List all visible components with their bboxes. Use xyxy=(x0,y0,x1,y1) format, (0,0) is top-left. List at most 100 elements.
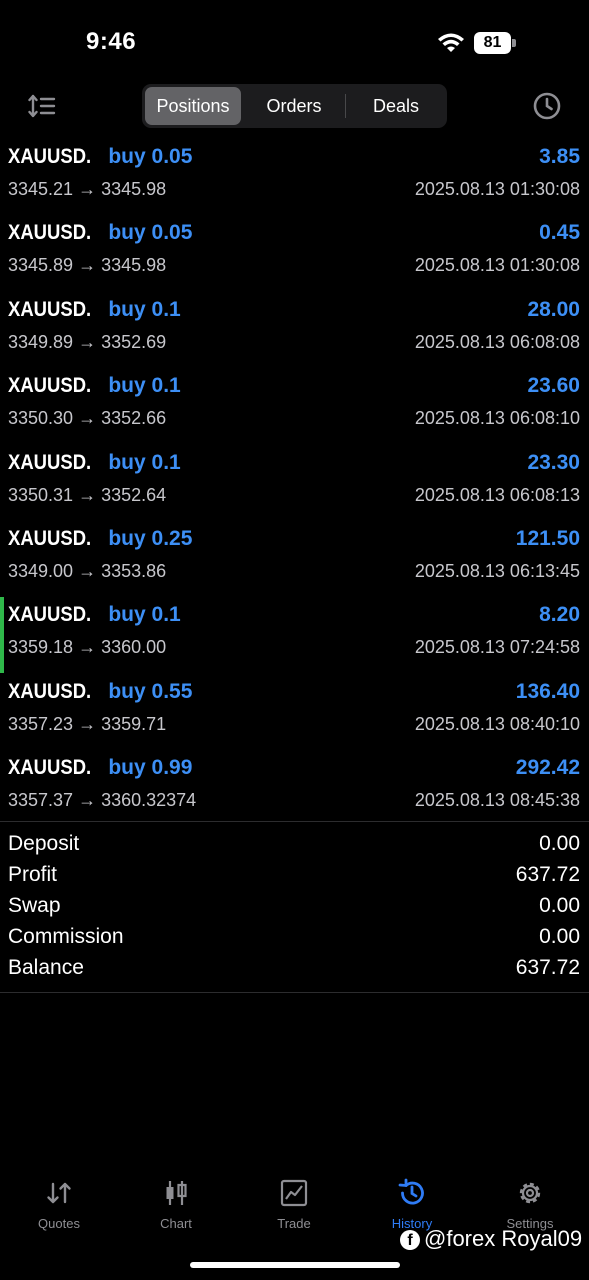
quotes-icon xyxy=(47,1182,71,1204)
deal-time: 2025.08.13 01:30:08 xyxy=(414,255,580,276)
summary-value: 0.00 xyxy=(539,925,580,948)
summary-row-commission: Commission 0.00 xyxy=(0,922,589,953)
deal-symbol: XAUUSD. xyxy=(8,450,92,474)
deal-row[interactable]: XAUUSD. buy 0.25 121.50 3349.00 → 3353.86 2… xyxy=(0,521,589,597)
deal-profit: 136.40 xyxy=(515,679,580,703)
settings-icon xyxy=(519,1182,541,1204)
summary-row-swap: Swap 0.00 xyxy=(0,891,589,922)
deal-row[interactable]: XAUUSD. buy 0.1 23.30 3350.31 → 3352.64 202… xyxy=(0,445,589,521)
summary-panel: Deposit 0.00 Profit 637.72 Swap 0.00 Commissio… xyxy=(0,821,589,993)
deal-row[interactable]: XAUUSD. buy 0.05 0.45 3345.89 → 3345.98 202… xyxy=(0,215,589,291)
deal-title: XAUUSD. buy 0.1 xyxy=(8,603,181,627)
deal-type-volume: buy 0.1 xyxy=(108,297,181,321)
deal-time: 2025.08.13 01:30:08 xyxy=(414,179,580,199)
status-bar: 9:46 81 xyxy=(0,0,589,80)
status-time: 9:46 xyxy=(86,28,137,55)
deal-prices: 3345.89 → 3345.98 xyxy=(8,255,167,276)
deal-prices: 3350.30 → 3352.66 xyxy=(8,408,167,429)
battery-tip xyxy=(512,39,516,47)
deal-title: XAUUSD. buy 0.1 xyxy=(8,451,181,475)
deal-title: XAUUSD. buy 0.1 xyxy=(8,374,181,398)
deal-symbol: XAUUSD. xyxy=(8,297,92,321)
home-indicator[interactable] xyxy=(190,1262,400,1268)
deal-type-volume: buy 0.99 xyxy=(108,756,193,780)
deal-symbol: XAUUSD. xyxy=(8,603,92,627)
tab-trade[interactable]: Trade xyxy=(235,1170,353,1231)
history-icon xyxy=(398,1178,424,1205)
summary-label: Balance xyxy=(8,956,84,979)
deal-prices: 3350.31 → 3352.64 xyxy=(8,484,167,505)
clock-icon[interactable] xyxy=(532,91,562,121)
summary-value: 637.72 xyxy=(515,956,580,979)
tab-orders[interactable]: Orders xyxy=(243,87,345,125)
deal-profit: 23.60 xyxy=(527,374,580,398)
chart-icon xyxy=(166,1181,187,1205)
tab-quotes-label: Quotes xyxy=(38,1216,80,1231)
deal-symbol: XAUUSD. xyxy=(8,526,92,550)
deal-type-volume: buy 0.1 xyxy=(108,450,181,474)
wifi-icon xyxy=(438,33,464,52)
summary-label: Deposit xyxy=(8,832,80,855)
tab-chart[interactable]: Chart xyxy=(117,1170,235,1231)
deal-type-volume: buy 0.1 xyxy=(108,374,181,398)
summary-label: Profit xyxy=(8,863,58,886)
deal-title: XAUUSD. buy 0.99 xyxy=(8,756,192,780)
deal-symbol: XAUUSD. xyxy=(8,756,92,780)
tab-positions[interactable]: Positions xyxy=(145,87,241,125)
summary-row-deposit: Deposit 0.00 xyxy=(0,829,589,860)
tab-history[interactable]: History xyxy=(353,1170,471,1231)
deal-time: 2025.08.13 06:08:13 xyxy=(414,484,580,505)
deal-profit: 28.00 xyxy=(527,297,580,321)
deal-time: 2025.08.13 06:13:45 xyxy=(414,560,580,581)
deal-row[interactable]: XAUUSD. buy 0.1 23.60 3350.30 → 3352.66 202… xyxy=(0,368,589,444)
summary-row-balance: Balance 637.72 xyxy=(0,953,589,984)
deal-symbol: XAUUSD. xyxy=(8,221,92,245)
deal-symbol: XAUUSD. xyxy=(8,145,92,168)
deal-profit: 23.30 xyxy=(527,450,580,474)
deal-row[interactable]: XAUUSD. buy 0.1 8.20 3359.18 → 3360.00 2025… xyxy=(0,597,589,674)
facebook-icon: f xyxy=(400,1230,420,1251)
tab-quotes[interactable]: Quotes xyxy=(0,1170,118,1231)
tab-deals[interactable]: Deals xyxy=(347,87,445,125)
deal-profit: 3.85 xyxy=(539,145,580,168)
deal-title: XAUUSD. buy 0.05 xyxy=(8,145,192,169)
summary-value: 637.72 xyxy=(515,863,580,886)
segmented-control: Positions Orders Deals xyxy=(142,84,447,128)
deal-profit: 121.50 xyxy=(515,526,580,550)
summary-value: 0.00 xyxy=(539,894,580,917)
sort-icon[interactable] xyxy=(28,93,56,119)
deal-type-volume: buy 0.25 xyxy=(108,526,193,550)
deal-prices: 3345.21 → 3345.98 xyxy=(8,179,167,199)
deal-time: 2025.08.13 06:08:10 xyxy=(414,408,580,429)
deal-type-volume: buy 0.55 xyxy=(108,679,193,703)
toolbar: Positions Orders Deals xyxy=(0,80,589,132)
deal-title: XAUUSD. buy 0.55 xyxy=(8,680,192,704)
tab-settings[interactable]: Settings xyxy=(471,1170,589,1231)
summary-label: Commission xyxy=(8,925,124,948)
deal-title: XAUUSD. buy 0.25 xyxy=(8,527,192,551)
watermark-text: @forex Royal09 xyxy=(424,1226,583,1251)
deal-row[interactable]: XAUUSD. buy 0.55 136.40 3357.23 → 3359.71 2… xyxy=(0,674,589,750)
deal-prices: 3357.37 → 3360.32374 xyxy=(8,790,197,811)
deal-row[interactable]: XAUUSD. buy 0.05 3.85 3345.21 → 3345.98 202… xyxy=(0,139,589,215)
deal-symbol: XAUUSD. xyxy=(8,679,92,703)
deal-profit: 8.20 xyxy=(539,603,580,627)
deal-prices: 3349.00 → 3353.86 xyxy=(8,560,167,581)
summary-row-profit: Profit 637.72 xyxy=(0,860,589,891)
tab-trade-label: Trade xyxy=(277,1216,311,1231)
battery-indicator: 81 xyxy=(474,32,516,54)
deal-symbol: XAUUSD. xyxy=(8,374,92,398)
deal-title: XAUUSD. buy 0.05 xyxy=(8,221,192,245)
trade-icon xyxy=(280,1179,308,1207)
deal-profit: 0.45 xyxy=(539,221,580,245)
deal-time: 2025.08.13 07:24:58 xyxy=(414,637,580,658)
deal-prices: 3349.89 → 3352.69 xyxy=(8,331,167,352)
deal-row[interactable]: XAUUSD. buy 0.99 292.42 3357.37 → 3360.323… xyxy=(0,750,589,826)
deal-time: 2025.08.13 08:45:38 xyxy=(414,790,580,811)
deal-type-volume: buy 0.05 xyxy=(108,221,193,245)
deal-profit: 292.42 xyxy=(515,756,580,780)
deal-row[interactable]: XAUUSD. buy 0.1 28.00 3349.89 → 3352.69 202… xyxy=(0,292,589,368)
deal-time: 2025.08.13 06:08:08 xyxy=(414,331,580,352)
summary-label: Swap xyxy=(8,894,61,917)
summary-value: 0.00 xyxy=(539,832,580,855)
